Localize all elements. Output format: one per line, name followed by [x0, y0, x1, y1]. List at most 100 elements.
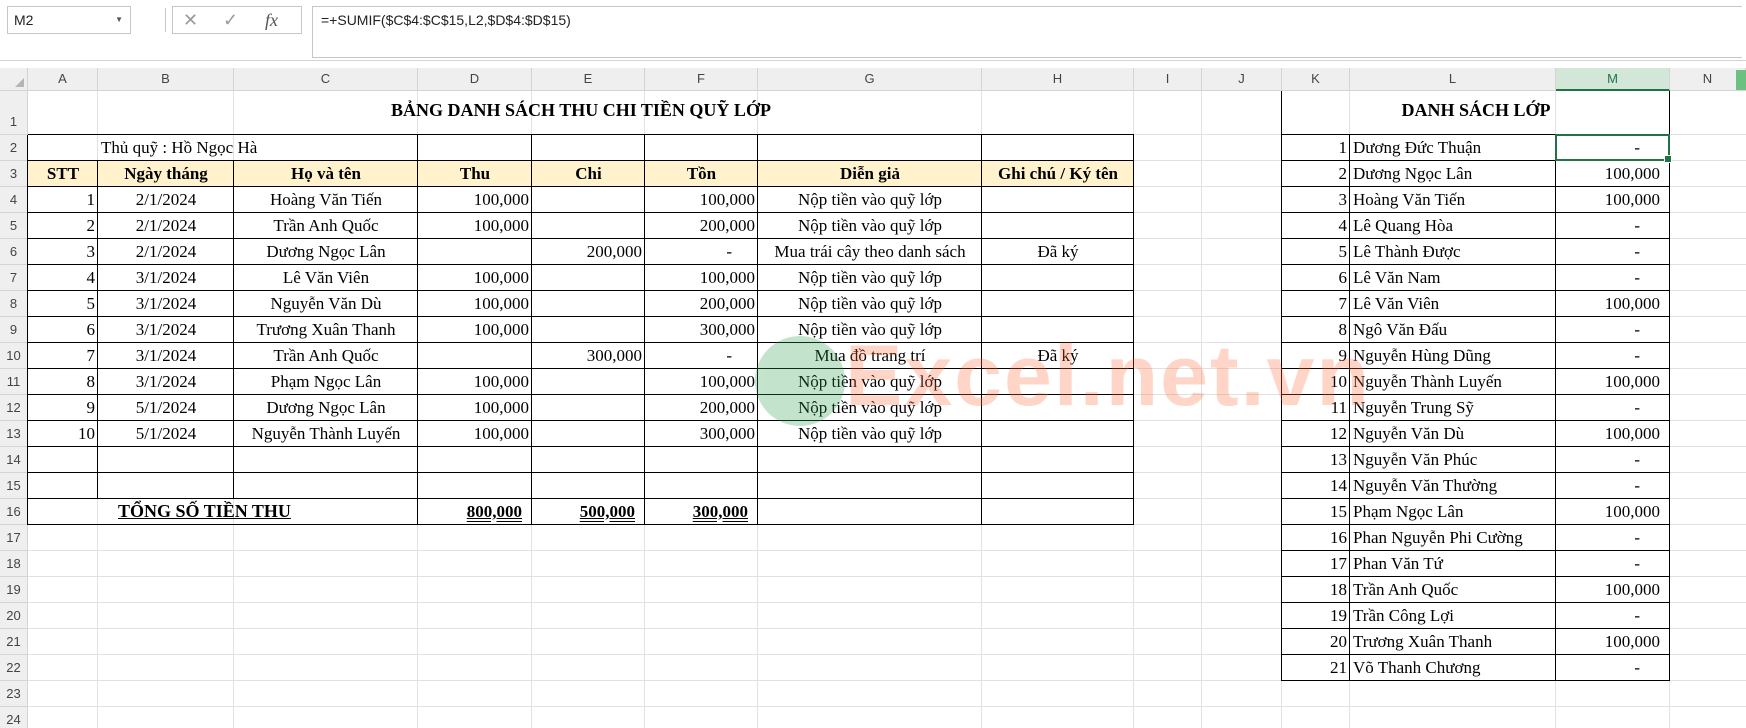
row-header-8[interactable]: 8: [0, 291, 28, 317]
row-header-22[interactable]: 22: [0, 655, 28, 681]
class-list-amount: -: [1634, 242, 1640, 261]
row-header-3[interactable]: 3: [0, 161, 28, 187]
insert-function-icon[interactable]: fx: [265, 10, 278, 31]
select-all-corner[interactable]: [0, 68, 28, 91]
column-header-b[interactable]: B: [98, 68, 234, 91]
border-v: [644, 499, 645, 525]
class-list-amount: 100,000: [1604, 580, 1660, 599]
cancel-icon[interactable]: ✕: [183, 10, 198, 31]
row-header-14[interactable]: 14: [0, 447, 28, 473]
table-cell: Trần Anh Quốc: [273, 346, 379, 365]
total-ton: 300,000: [692, 502, 748, 521]
column-header-e[interactable]: E: [532, 68, 645, 91]
enter-check-icon[interactable]: ✓: [223, 10, 238, 31]
class-list-name: Hoàng Văn Tiến: [1353, 190, 1466, 209]
row-header-11[interactable]: 11: [0, 369, 28, 395]
table-cell: Nộp tiền vào quỹ lớp: [797, 372, 943, 391]
border-h: [1282, 316, 1670, 317]
table-cell: 100,000: [473, 320, 529, 339]
column-header-f[interactable]: F: [645, 68, 758, 91]
row-header-16[interactable]: 16: [0, 499, 28, 525]
column-header-a[interactable]: A: [28, 68, 98, 91]
class-list-amount: 100,000: [1604, 424, 1660, 443]
table-cell: 3/1/2024: [135, 294, 197, 313]
row-header-19[interactable]: 19: [0, 577, 28, 603]
border-h: [1282, 602, 1670, 603]
table-cell: 100,000: [473, 398, 529, 417]
row-header-21[interactable]: 21: [0, 629, 28, 655]
class-list-stt: 2: [1338, 164, 1348, 183]
row-header-5[interactable]: 5: [0, 213, 28, 239]
column-header-i[interactable]: I: [1134, 68, 1202, 91]
border-v: [644, 135, 645, 161]
column-header-g[interactable]: G: [758, 68, 982, 91]
table-cell: Dương Ngọc Lân: [266, 398, 386, 417]
column-header-h[interactable]: H: [982, 68, 1134, 91]
border-v: [1349, 135, 1350, 681]
column-header-c[interactable]: C: [234, 68, 418, 91]
column-header-d[interactable]: D: [418, 68, 532, 91]
active-cell-m2[interactable]: [1555, 134, 1672, 163]
vertical-scroll-thumb[interactable]: [1736, 70, 1746, 90]
row-header-18[interactable]: 18: [0, 551, 28, 577]
row-header-17[interactable]: 17: [0, 525, 28, 551]
border-h: [28, 212, 1134, 213]
table-cell: 4: [86, 268, 96, 287]
formula-bar-separator: [165, 8, 166, 32]
class-list-stt: 9: [1338, 346, 1348, 365]
total-thu: 800,000: [466, 502, 522, 521]
class-list-stt: 10: [1330, 372, 1347, 391]
row-header-10[interactable]: 10: [0, 343, 28, 369]
name-box-value: M2: [14, 12, 34, 28]
border-v: [417, 499, 418, 525]
class-list-stt: 8: [1338, 320, 1348, 339]
class-list-amount: -: [1634, 268, 1640, 287]
row-header-6[interactable]: 6: [0, 239, 28, 265]
row-header-7[interactable]: 7: [0, 265, 28, 291]
class-list-amount: -: [1634, 554, 1640, 573]
table-cell: 100,000: [473, 190, 529, 209]
border-v: [981, 135, 982, 161]
row-header-1[interactable]: 1: [0, 91, 28, 135]
column-header-m[interactable]: M: [1556, 68, 1670, 91]
table-cell: -: [726, 242, 732, 261]
column-header-j[interactable]: J: [1202, 68, 1282, 91]
table-cell: 100,000: [699, 372, 755, 391]
class-list-name: Trần Anh Quốc: [1353, 580, 1459, 599]
class-list-amount: 100,000: [1604, 502, 1660, 521]
column-header-k[interactable]: K: [1282, 68, 1350, 91]
class-list-stt: 6: [1338, 268, 1348, 287]
row-header-9[interactable]: 9: [0, 317, 28, 343]
table-cell: 300,000: [699, 320, 755, 339]
class-list-stt: 17: [1330, 554, 1347, 573]
class-list-amount: 100,000: [1604, 372, 1660, 391]
border-h: [1282, 472, 1670, 473]
table-cell: Trần Anh Quốc: [273, 216, 379, 235]
class-list-name: Nguyễn Thành Luyến: [1353, 372, 1502, 391]
class-list-stt: 14: [1330, 476, 1347, 495]
class-list-name: Lê Văn Viên: [1353, 294, 1440, 313]
name-box[interactable]: M2 ▼: [7, 6, 131, 34]
row-header-2[interactable]: 2: [0, 135, 28, 161]
row-header-13[interactable]: 13: [0, 421, 28, 447]
table-cell: Nguyễn Văn Dù: [270, 294, 382, 313]
table-header-3: Họ và tên: [291, 164, 361, 183]
column-header-l[interactable]: L: [1350, 68, 1556, 91]
border-h: [1282, 524, 1670, 525]
border-h: [1282, 368, 1670, 369]
column-header-n[interactable]: N: [1670, 68, 1746, 91]
table-cell: Hoàng Văn Tiến: [269, 190, 383, 209]
row-header-4[interactable]: 4: [0, 187, 28, 213]
row-header-24[interactable]: 24: [0, 707, 28, 728]
table-header-6: Tồn: [686, 164, 717, 183]
formula-input[interactable]: =+SUMIF($C$4:$C$15,L2,$D$4:$D$15): [312, 6, 1742, 58]
border-v: [531, 161, 532, 499]
table-header-4: Thu: [459, 164, 491, 183]
table-cell: 200,000: [699, 294, 755, 313]
row-header-12[interactable]: 12: [0, 395, 28, 421]
row-header-15[interactable]: 15: [0, 473, 28, 499]
row-header-20[interactable]: 20: [0, 603, 28, 629]
name-box-dropdown-icon[interactable]: ▼: [115, 7, 123, 33]
row-header-23[interactable]: 23: [0, 681, 28, 707]
table-cell: 100,000: [473, 294, 529, 313]
